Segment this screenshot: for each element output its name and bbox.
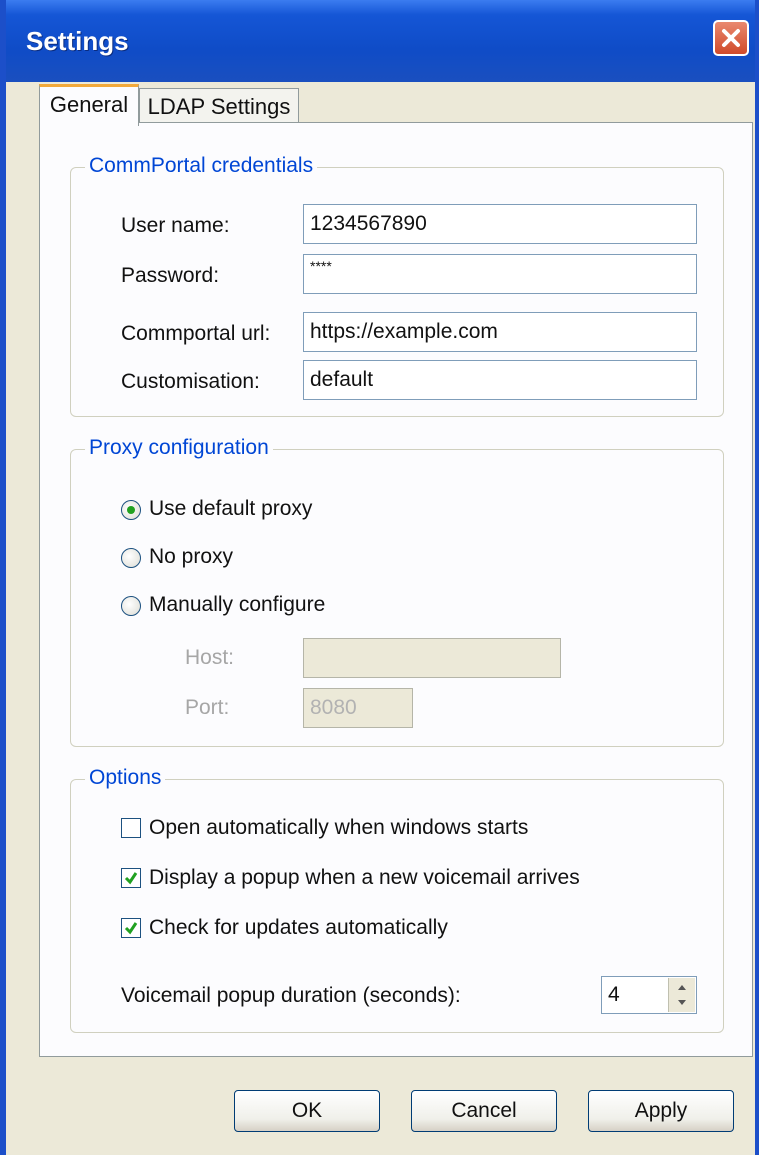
- spin-up-icon[interactable]: [669, 978, 695, 995]
- customisation-input[interactable]: default: [303, 360, 697, 400]
- user-name-input[interactable]: 1234567890: [303, 204, 697, 244]
- manually-configure-label[interactable]: Manually configure: [149, 593, 325, 617]
- close-button[interactable]: [713, 20, 749, 56]
- credentials-group: CommPortal credentials User name: 123456…: [70, 154, 724, 417]
- customisation-label: Customisation:: [121, 370, 260, 393]
- apply-button[interactable]: Apply: [588, 1090, 734, 1132]
- port-label: Port:: [185, 696, 230, 719]
- credentials-legend: CommPortal credentials: [85, 154, 318, 178]
- commportal-url-input[interactable]: https://example.com: [303, 312, 697, 352]
- host-label: Host:: [185, 646, 235, 669]
- commportal-url-label: Commportal url:: [121, 322, 271, 345]
- no-proxy-label[interactable]: No proxy: [149, 545, 233, 569]
- password-input[interactable]: ****: [303, 254, 697, 294]
- tab-panel-general: CommPortal credentials User name: 123456…: [39, 122, 753, 1057]
- checkbox-display-popup[interactable]: [121, 868, 141, 888]
- options-legend: Options: [85, 766, 166, 790]
- title-bar[interactable]: Settings: [6, 0, 755, 82]
- use-default-proxy-label[interactable]: Use default proxy: [149, 497, 312, 521]
- spin-down-icon[interactable]: [669, 995, 695, 1012]
- user-name-label: User name:: [121, 214, 230, 237]
- proxy-legend: Proxy configuration: [85, 436, 273, 460]
- radio-selected-dot: [127, 506, 135, 514]
- close-icon: [722, 29, 740, 47]
- proxy-group: Proxy configuration Use default proxy No…: [70, 436, 724, 747]
- duration-label: Voicemail popup duration (seconds):: [121, 984, 461, 1007]
- host-input[interactable]: [303, 638, 561, 678]
- password-label: Password:: [121, 264, 220, 287]
- checkbox-check-updates[interactable]: [121, 918, 141, 938]
- tab-ldap-settings-label: LDAP Settings: [147, 94, 291, 119]
- radio-manually-configure[interactable]: [121, 596, 141, 616]
- radio-use-default-proxy[interactable]: [121, 500, 141, 520]
- duration-spinner[interactable]: 4: [601, 976, 697, 1014]
- check-updates-label[interactable]: Check for updates automatically: [149, 916, 448, 940]
- ok-button[interactable]: OK: [234, 1090, 380, 1132]
- checkmark-icon: [124, 872, 138, 885]
- checkbox-open-automatically[interactable]: [121, 818, 141, 838]
- display-popup-label[interactable]: Display a popup when a new voicemail arr…: [149, 866, 580, 890]
- cancel-button[interactable]: Cancel: [411, 1090, 557, 1132]
- port-input[interactable]: 8080: [303, 688, 413, 728]
- tab-general-label: General: [49, 92, 129, 117]
- radio-no-proxy[interactable]: [121, 548, 141, 568]
- options-group: Options Open automatically when windows …: [70, 766, 724, 1033]
- settings-window: Settings General LDAP Settings CommPorta…: [0, 0, 759, 1155]
- duration-value: 4: [608, 983, 620, 1006]
- window-title: Settings: [26, 26, 129, 56]
- open-automatically-label[interactable]: Open automatically when windows starts: [149, 816, 528, 840]
- tab-general[interactable]: General: [39, 84, 139, 126]
- tab-ldap-settings[interactable]: LDAP Settings: [139, 88, 299, 126]
- spinner-buttons[interactable]: [668, 978, 695, 1012]
- checkmark-icon: [124, 922, 138, 935]
